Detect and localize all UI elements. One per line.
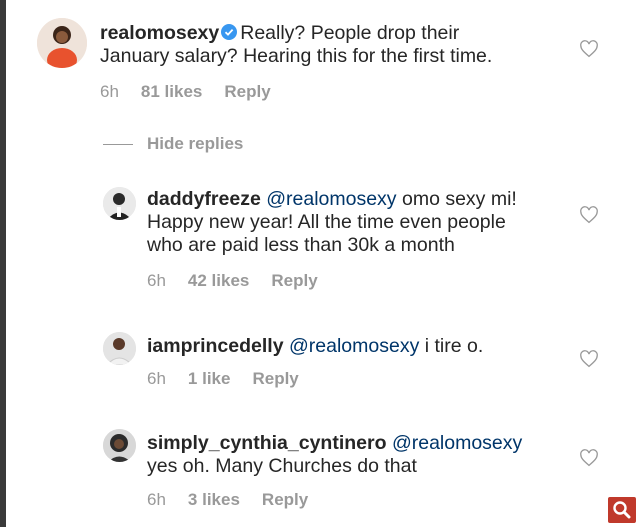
search-button[interactable] [608,497,636,523]
divider [103,143,133,145]
reply-button[interactable]: Reply [224,82,270,102]
heart-outline-icon[interactable] [579,350,599,368]
reply-text: simply_cynthia_cyntinero @realomosexy ye… [147,432,567,478]
comment-meta: 6h 81 likes Reply [100,82,293,102]
reply-body-line: omo sexy mi! [401,188,517,210]
reply-button[interactable]: Reply [252,369,298,389]
reply-username[interactable]: iamprincedelly [147,335,284,357]
reply-body-line: Happy new year! All the time even people [147,211,506,233]
heart-outline-icon[interactable] [579,206,599,224]
reply-text: iamprincedelly @realomosexy i tire o. [147,335,567,358]
avatar[interactable] [37,18,87,68]
mention-link[interactable]: @realomosexy [289,335,419,357]
comment-text: realomosexy Really? People drop their Jan… [100,22,580,68]
verified-badge-icon [221,24,238,40]
comment-likes[interactable]: 81 likes [141,82,202,102]
reply-button[interactable]: Reply [262,490,308,510]
reply-time: 6h [147,490,166,509]
hide-replies-label: Hide replies [147,134,244,153]
reply-username[interactable]: simply_cynthia_cyntinero [147,432,387,454]
hide-replies-toggle[interactable]: Hide replies [103,134,243,154]
heart-outline-icon[interactable] [579,40,599,58]
comment-time: 6h [100,82,119,101]
reply-meta: 6h 3 likes Reply [147,490,330,510]
avatar[interactable] [103,429,136,462]
heart-outline-icon[interactable] [579,449,599,467]
reply-body-line: yes oh. Many Churches do that [147,455,417,477]
reply-time: 6h [147,271,166,290]
reply-likes[interactable]: 42 likes [188,271,249,291]
reply-time: 6h [147,369,166,388]
reply-text: daddyfreeze @realomosexy omo sexy mi! Ha… [147,188,567,257]
reply-username[interactable]: daddyfreeze [147,188,261,210]
comment-body-line: January salary? Hearing this for the fir… [100,45,493,67]
mention-link[interactable]: @realomosexy [266,188,396,210]
reply-likes[interactable]: 3 likes [188,490,240,510]
reply-meta: 6h 1 like Reply [147,369,321,389]
search-icon [613,501,631,519]
reply-body-line: who are paid less than 30k a month [147,234,455,256]
comment-body-line: Really? People drop their [240,22,460,44]
comment-username[interactable]: realomosexy [100,22,219,44]
mention-link[interactable]: @realomosexy [392,432,522,454]
left-border [0,0,6,527]
avatar[interactable] [103,187,136,220]
reply-button[interactable]: Reply [271,271,317,291]
reply-body-line: i tire o. [424,335,484,357]
avatar[interactable] [103,332,136,365]
reply-likes[interactable]: 1 like [188,369,231,389]
reply-meta: 6h 42 likes Reply [147,271,340,291]
